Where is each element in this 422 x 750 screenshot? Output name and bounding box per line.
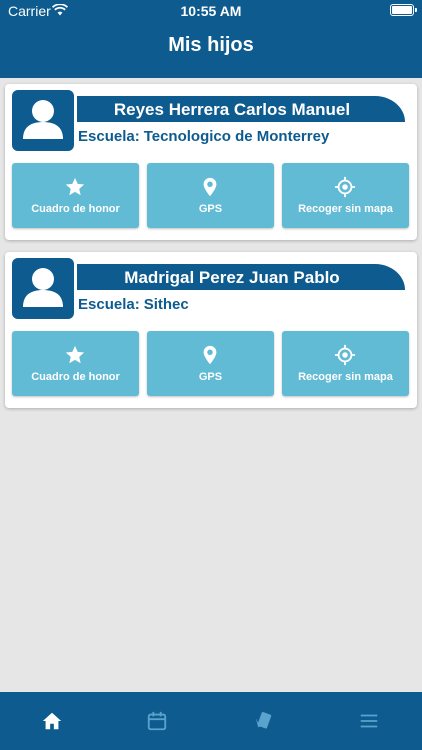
tab-menu[interactable] — [317, 692, 422, 750]
honor-roll-button[interactable]: Cuadro de honor — [12, 331, 139, 396]
page-title: Mis hijos — [168, 34, 254, 56]
button-label: GPS — [198, 203, 223, 215]
tab-cards[interactable] — [211, 692, 316, 750]
avatar-icon — [12, 90, 74, 151]
gps-button[interactable]: GPS — [147, 163, 274, 228]
school-line: Escuela: Tecnologico de Monterrey — [78, 128, 329, 145]
location-pin-icon — [203, 177, 217, 197]
child-card: Madrigal Perez Juan Pablo Escuela: Sithec… — [5, 252, 417, 408]
crosshair-icon — [334, 176, 356, 198]
pickup-without-map-button[interactable]: Recoger sin mapa — [282, 163, 409, 228]
cards-icon — [255, 712, 272, 729]
school-line: Escuela: Sithec — [78, 296, 189, 313]
status-time: 10:55 AM — [180, 3, 242, 19]
crosshair-icon — [334, 344, 356, 366]
top-bar: Carrier 10:55 AM Mis hijos — [0, 0, 422, 78]
child-card: Reyes Herrera Carlos Manuel Escuela: Tecn… — [5, 84, 417, 240]
button-label: Recoger sin mapa — [298, 371, 393, 383]
honor-roll-button[interactable]: Cuadro de honor — [12, 163, 139, 228]
button-label: Cuadro de honor — [31, 203, 120, 215]
school-label: Escuela: — [78, 296, 140, 313]
button-label: Cuadro de honor — [31, 371, 120, 383]
child-name: Madrigal Perez Juan Pablo — [124, 268, 340, 287]
tab-bar — [0, 692, 422, 750]
child-name: Reyes Herrera Carlos Manuel — [113, 100, 351, 119]
status-bar: Carrier 10:55 AM — [0, 0, 422, 22]
home-icon — [42, 712, 62, 730]
location-pin-icon — [203, 345, 217, 365]
name-banner: Reyes Herrera Carlos Manuel — [77, 96, 405, 122]
name-banner: Madrigal Perez Juan Pablo — [77, 264, 405, 290]
gps-button[interactable]: GPS — [147, 331, 274, 396]
calendar-icon — [147, 711, 167, 731]
star-icon — [65, 177, 85, 196]
school-label: Escuela: — [78, 128, 140, 145]
school-name: Tecnologico de Monterrey — [143, 128, 330, 145]
school-name: Sithec — [143, 296, 189, 313]
avatar-icon — [12, 258, 74, 319]
button-label: Recoger sin mapa — [298, 203, 393, 215]
button-label: GPS — [198, 371, 223, 383]
pickup-without-map-button[interactable]: Recoger sin mapa — [282, 331, 409, 396]
menu-icon — [360, 714, 378, 728]
tab-home[interactable] — [0, 692, 105, 750]
tab-calendar[interactable] — [105, 692, 210, 750]
battery-icon — [390, 4, 417, 16]
star-icon — [65, 345, 85, 364]
